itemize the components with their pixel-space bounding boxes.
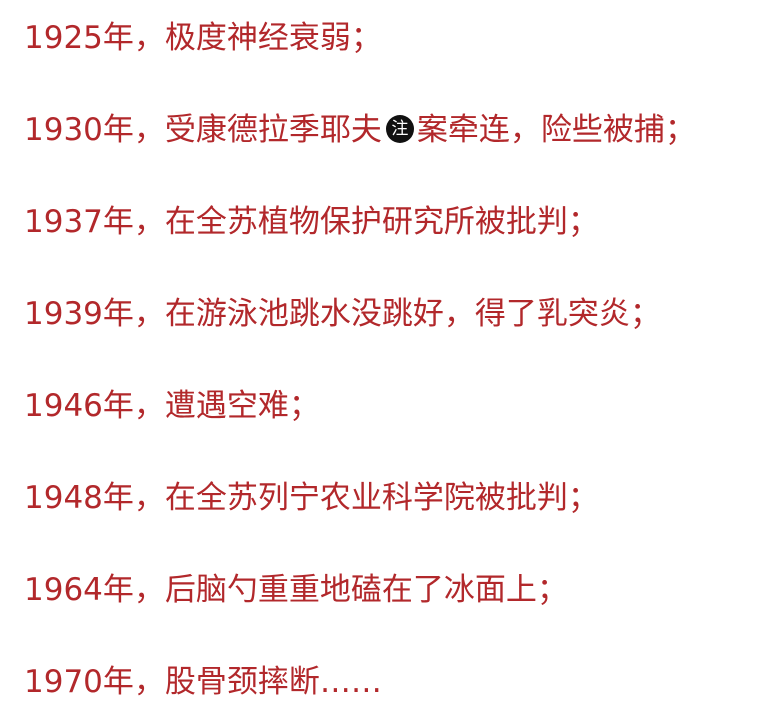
entry-text: 1937年，在全苏植物保护研究所被批判； — [24, 204, 599, 240]
timeline-entry-1925: 1925年，极度神经衰弱； — [24, 16, 382, 60]
timeline-entry-1930: 1930年，受康德拉季耶夫注案牵连，险些被捕； — [24, 108, 696, 152]
entry-text-after-note: 案牵连，险些被捕； — [416, 112, 696, 148]
entry-text: 1970年，股骨颈摔断…… — [24, 664, 382, 700]
timeline-entry-1946: 1946年，遭遇空难； — [24, 384, 320, 428]
annotation-note-icon[interactable]: 注 — [385, 114, 414, 143]
entry-text: 1925年，极度神经衰弱； — [24, 20, 382, 56]
entry-text: 1946年，遭遇空难； — [24, 388, 320, 424]
entry-text: 1948年，在全苏列宁农业科学院被批判； — [24, 480, 599, 516]
timeline-entry-1939: 1939年，在游泳池跳水没跳好，得了乳突炎； — [24, 292, 661, 336]
timeline-entry-1964: 1964年，后脑勺重重地磕在了冰面上； — [24, 568, 568, 612]
entry-text: 1939年，在游泳池跳水没跳好，得了乳突炎； — [24, 296, 661, 332]
timeline-entry-1970: 1970年，股骨颈摔断…… — [24, 660, 382, 704]
timeline-entry-1937: 1937年，在全苏植物保护研究所被批判； — [24, 200, 599, 244]
timeline-entry-1948: 1948年，在全苏列宁农业科学院被批判； — [24, 476, 599, 520]
entry-text-before-note: 1930年，受康德拉季耶夫 — [24, 112, 382, 148]
entry-text: 1964年，后脑勺重重地磕在了冰面上； — [24, 572, 568, 608]
